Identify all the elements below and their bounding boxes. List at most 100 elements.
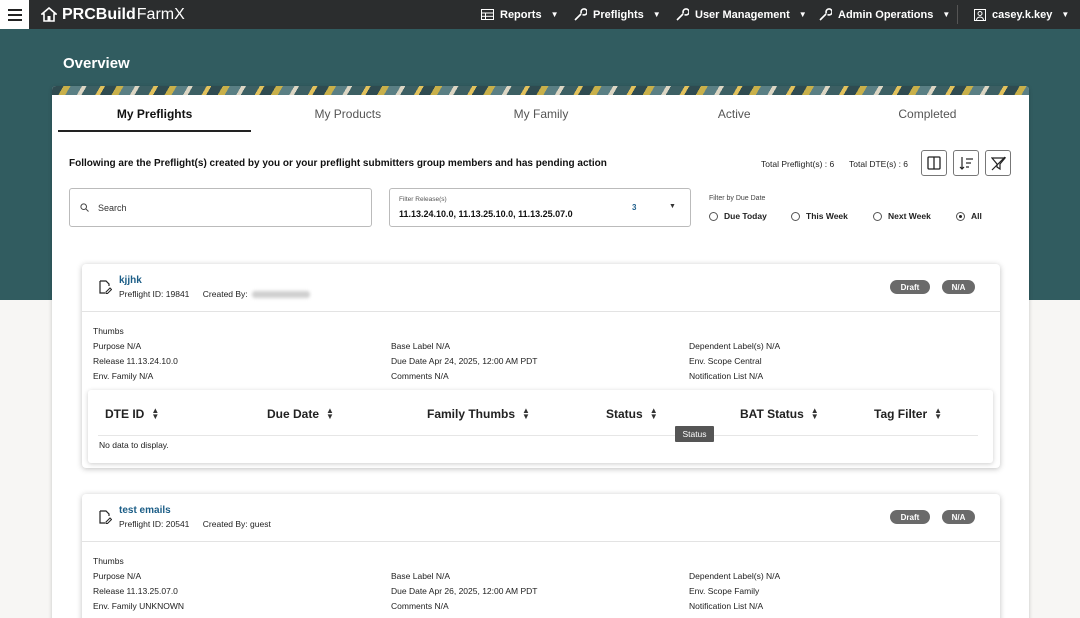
detail-field: Env. Scope Family — [689, 586, 760, 596]
release-filter-count: 3 — [632, 203, 637, 212]
column-header-tag-filter[interactable]: Tag Filter ▲ ▼ — [874, 407, 942, 422]
tab-my-preflights[interactable]: My Preflights — [58, 104, 252, 132]
details-column-2: Base Label N/A Due Date Apr 24, 2025, 12… — [391, 339, 537, 384]
detail-field: Release 11.13.25.07.0 — [93, 586, 178, 596]
chevron-down-icon: ▼ — [1061, 10, 1070, 19]
column-header-family-thumbs[interactable]: Family Thumbs ▲ ▼ — [427, 406, 530, 422]
radio-next-week[interactable]: Next Week — [873, 211, 931, 221]
detail-field: Dependent Label(s) N/A — [689, 341, 781, 351]
tab-completed[interactable]: Completed — [831, 104, 1024, 132]
release-filter-value: 11.13.24.10.0, 11.13.25.10.0, 11.13.25.0… — [399, 209, 573, 219]
tab-my-family[interactable]: My Family — [444, 104, 637, 132]
nav-reports[interactable]: Reports ▼ — [481, 0, 558, 29]
details-column-1: Thumbs Purpose N/A Release 11.13.24.10.0… — [93, 324, 178, 384]
radio-due-today[interactable]: Due Today — [709, 211, 767, 221]
sort-icon: ▲ ▼ — [649, 406, 658, 421]
detail-field: Base Label N/A — [391, 341, 451, 351]
radio-circle — [873, 211, 882, 221]
status-tooltip: Status — [675, 426, 714, 442]
sort-icon: ▲ ▼ — [326, 406, 334, 421]
detail-field: Release 11.13.24.10.0 — [93, 356, 178, 366]
section-description: Following are the Preflight(s) created b… — [69, 158, 607, 169]
preflight-id: Preflight ID: 20541 — [119, 519, 190, 529]
edit-document-icon — [99, 280, 112, 294]
user-menu[interactable]: casey.k.key ▼ — [974, 0, 1069, 29]
chevron-down-icon: ▼ — [550, 10, 559, 19]
preflight-card: kjjhk Preflight ID: 19841 Created By: Dr… — [82, 264, 1000, 468]
tab-my-products[interactable]: My Products — [251, 104, 444, 132]
status-badge-draft: Draft — [890, 510, 930, 524]
column-header-label: BAT Status — [740, 407, 804, 421]
created-by: Created By: — [202, 289, 248, 299]
total-dtes: Total DTE(s) : 6 — [849, 159, 909, 169]
user-icon — [974, 8, 986, 21]
card-header: test emails Preflight ID: 20541 Created … — [82, 494, 1000, 542]
columns-button[interactable] — [921, 150, 947, 176]
top-navigation-bar: PRCBuild FarmX Reports ▼ Preflights ▼ Us… — [0, 0, 1080, 29]
hamburger-menu-button[interactable] — [0, 0, 29, 29]
detail-field: Env. Scope Central — [689, 356, 762, 366]
details-column-2: Base Label N/A Due Date Apr 26, 2025, 12… — [391, 569, 537, 614]
chevron-down-icon: ▼ — [652, 10, 661, 19]
search-label: Search — [98, 202, 127, 213]
nav-user-management[interactable]: User Management ▼ — [676, 0, 807, 29]
empty-table-message: No data to display. — [99, 440, 169, 450]
preflight-name-link[interactable]: kjjhk — [119, 275, 142, 286]
radio-this-week[interactable]: This Week — [791, 211, 848, 221]
column-header-label: Tag Filter — [874, 407, 928, 421]
radio-all[interactable]: All — [956, 211, 982, 221]
tab-active[interactable]: Active — [638, 104, 831, 132]
column-header-dte-id[interactable]: DTE ID ▲ ▼ — [105, 406, 160, 422]
detail-field: Comments N/A — [391, 601, 449, 611]
redacted-creator — [252, 291, 311, 299]
tab-bar: My Preflights My Products My Family Acti… — [58, 104, 1024, 132]
column-header-label: Family Thumbs — [427, 407, 516, 421]
sort-icon — [959, 157, 973, 170]
sort-icon: ▲ ▼ — [151, 406, 160, 421]
search-input[interactable]: Search — [69, 188, 372, 227]
card-details: Thumbs Purpose N/A Release 11.13.24.10.0… — [82, 312, 1000, 384]
card-subtitle: Preflight ID: 20541 Created By: guest — [119, 519, 271, 529]
detail-field: Env. Family N/A — [93, 371, 154, 381]
due-date-filter-caption: Filter by Due Date — [709, 195, 766, 202]
radio-circle — [791, 211, 800, 221]
column-header-status[interactable]: Status ▲ ▼ — [606, 406, 658, 422]
preflight-name-link[interactable]: test emails — [119, 505, 171, 516]
sort-icon: ▲ ▼ — [810, 406, 819, 421]
card-subtitle: Preflight ID: 19841 Created By: — [119, 289, 311, 299]
radio-circle-selected — [956, 211, 965, 221]
detail-field: Thumbs — [93, 556, 124, 566]
brand-product: FarmX — [136, 5, 185, 23]
sort-button[interactable] — [953, 150, 979, 176]
hamburger-icon-line — [7, 18, 22, 21]
detail-field: Due Date Apr 24, 2025, 12:00 AM PDT — [391, 356, 538, 366]
nav-admin-operations-label: Admin Operations — [838, 8, 934, 21]
wrench-icon — [676, 8, 689, 21]
user-name: casey.k.key — [992, 8, 1053, 21]
detail-field: Notification List N/A — [689, 601, 764, 611]
detail-field: Purpose N/A — [93, 341, 142, 351]
wrench-icon — [819, 8, 832, 21]
hamburger-icon-line — [7, 8, 22, 11]
clear-filter-button[interactable] — [985, 150, 1011, 176]
column-header-label: Due Date — [267, 407, 320, 421]
column-header-due-date[interactable]: Due Date ▲ ▼ — [267, 406, 334, 422]
details-column-3: Dependent Label(s) N/A Env. Scope Family… — [689, 569, 780, 614]
columns-icon — [927, 156, 941, 170]
card-header: kjjhk Preflight ID: 19841 Created By: Dr… — [82, 264, 1000, 312]
chevron-down-icon: ▼ — [942, 10, 951, 19]
nav-admin-operations[interactable]: Admin Operations ▼ — [819, 0, 950, 29]
chevron-down-icon: ▼ — [798, 10, 807, 19]
detail-field: Due Date Apr 26, 2025, 12:00 AM PDT — [391, 586, 538, 596]
sort-icon: ▲ ▼ — [522, 406, 530, 421]
column-header-bat-status[interactable]: BAT Status ▲ ▼ — [740, 406, 819, 422]
detail-field: Notification List N/A — [689, 371, 764, 381]
edit-document-icon — [99, 510, 112, 524]
radio-due-today-label: Due Today — [724, 211, 767, 221]
detail-field: Dependent Label(s) N/A — [689, 571, 781, 581]
release-filter-select[interactable]: Filter Release(s) 11.13.24.10.0, 11.13.2… — [389, 188, 691, 227]
nav-preflights[interactable]: Preflights ▼ — [574, 0, 661, 29]
brand-name: PRCBuild — [62, 5, 136, 23]
brand-logo[interactable]: PRCBuild FarmX — [41, 6, 185, 24]
detail-field: Env. Family UNKNOWN — [93, 601, 184, 611]
